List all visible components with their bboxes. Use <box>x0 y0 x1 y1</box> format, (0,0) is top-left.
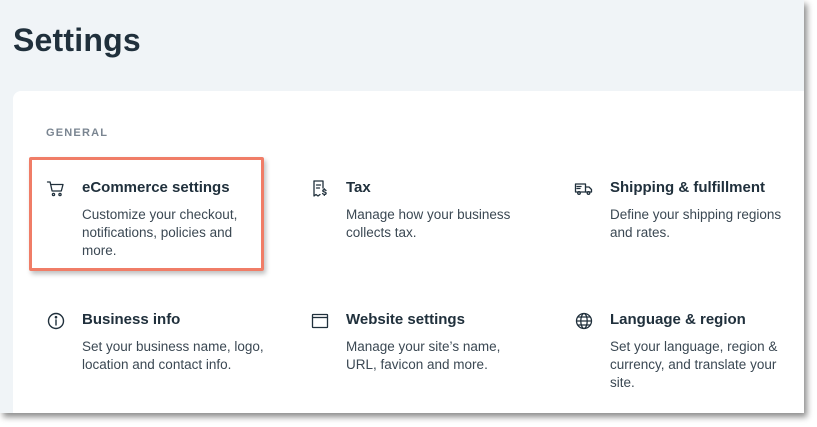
receipt-dollar-icon <box>310 179 330 199</box>
globe-icon <box>574 311 594 331</box>
settings-item-description: Customize your checkout, notifications, … <box>82 207 238 258</box>
settings-item-title: Shipping & fulfillment <box>610 179 765 196</box>
settings-item-description: Define your shipping regions and rates. <box>610 207 782 240</box>
settings-item-description: Manage how your business collects tax. <box>346 207 511 240</box>
truck-icon <box>574 179 594 199</box>
cart-icon <box>46 179 66 199</box>
settings-item-title: Website settings <box>346 311 465 328</box>
settings-item-description: Set your language, region & currency, an… <box>610 339 778 390</box>
info-icon <box>46 311 66 331</box>
settings-item-title: Tax <box>346 179 371 196</box>
settings-window: Settings GENERAL eCommerce settings Cust… <box>0 0 804 413</box>
settings-card: GENERAL eCommerce settings Customize you… <box>13 91 804 413</box>
settings-item-description: Set your business name, logo, location a… <box>82 339 264 372</box>
settings-item-description: Manage your site’s name, URL, favicon an… <box>346 339 501 372</box>
settings-item-title: eCommerce settings <box>82 179 230 196</box>
browser-window-icon <box>310 311 330 331</box>
settings-item-title: Business info <box>82 311 181 328</box>
section-label-general: GENERAL <box>46 127 109 139</box>
settings-item-title: Language & region <box>610 311 746 328</box>
page-title: Settings <box>13 22 141 58</box>
